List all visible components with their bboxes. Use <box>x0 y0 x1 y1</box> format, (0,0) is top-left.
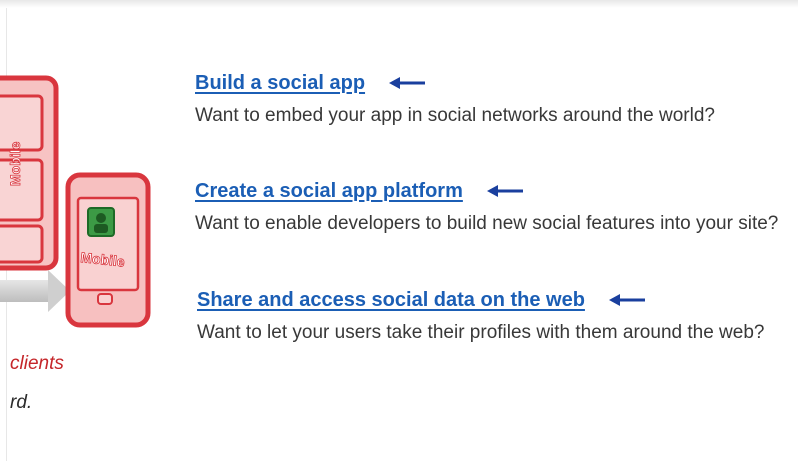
list-item: Build a social app Want to embed your ap… <box>195 68 793 134</box>
illustration-caption: clients <box>10 353 64 374</box>
social-platform-illustration: Mobile Mobile clients rd. <box>0 0 180 461</box>
link-row: Build a social app <box>195 68 793 98</box>
device-label: Mobile <box>7 141 23 186</box>
item-description: Want to enable developers to build new s… <box>195 213 779 234</box>
mobile-phone-icon: Mobile <box>65 172 151 328</box>
list-item: Create a social app platform Want to ena… <box>195 176 793 242</box>
illustration-caption-end: rd. <box>10 392 33 413</box>
build-social-app-link[interactable]: Build a social app <box>195 72 365 95</box>
link-row: Share and access social data on the web <box>197 285 795 315</box>
link-row: Create a social app platform <box>195 176 793 206</box>
list-item: Share and access social data on the web … <box>197 285 795 351</box>
gray-arrow-icon <box>0 270 70 312</box>
left-arrow-icon <box>486 185 523 197</box>
large-device-icon: Mobile <box>0 75 59 271</box>
create-social-app-platform-link[interactable]: Create a social app platform <box>195 180 463 203</box>
item-description: Want to let your users take their profil… <box>197 322 765 343</box>
page: Mobile Mobile clients rd. Build a social… <box>0 0 798 461</box>
left-arrow-icon <box>608 294 645 306</box>
share-social-data-link[interactable]: Share and access social data on the web <box>197 289 585 312</box>
left-arrow-icon <box>389 77 426 89</box>
item-description: Want to embed your app in social network… <box>195 105 715 126</box>
